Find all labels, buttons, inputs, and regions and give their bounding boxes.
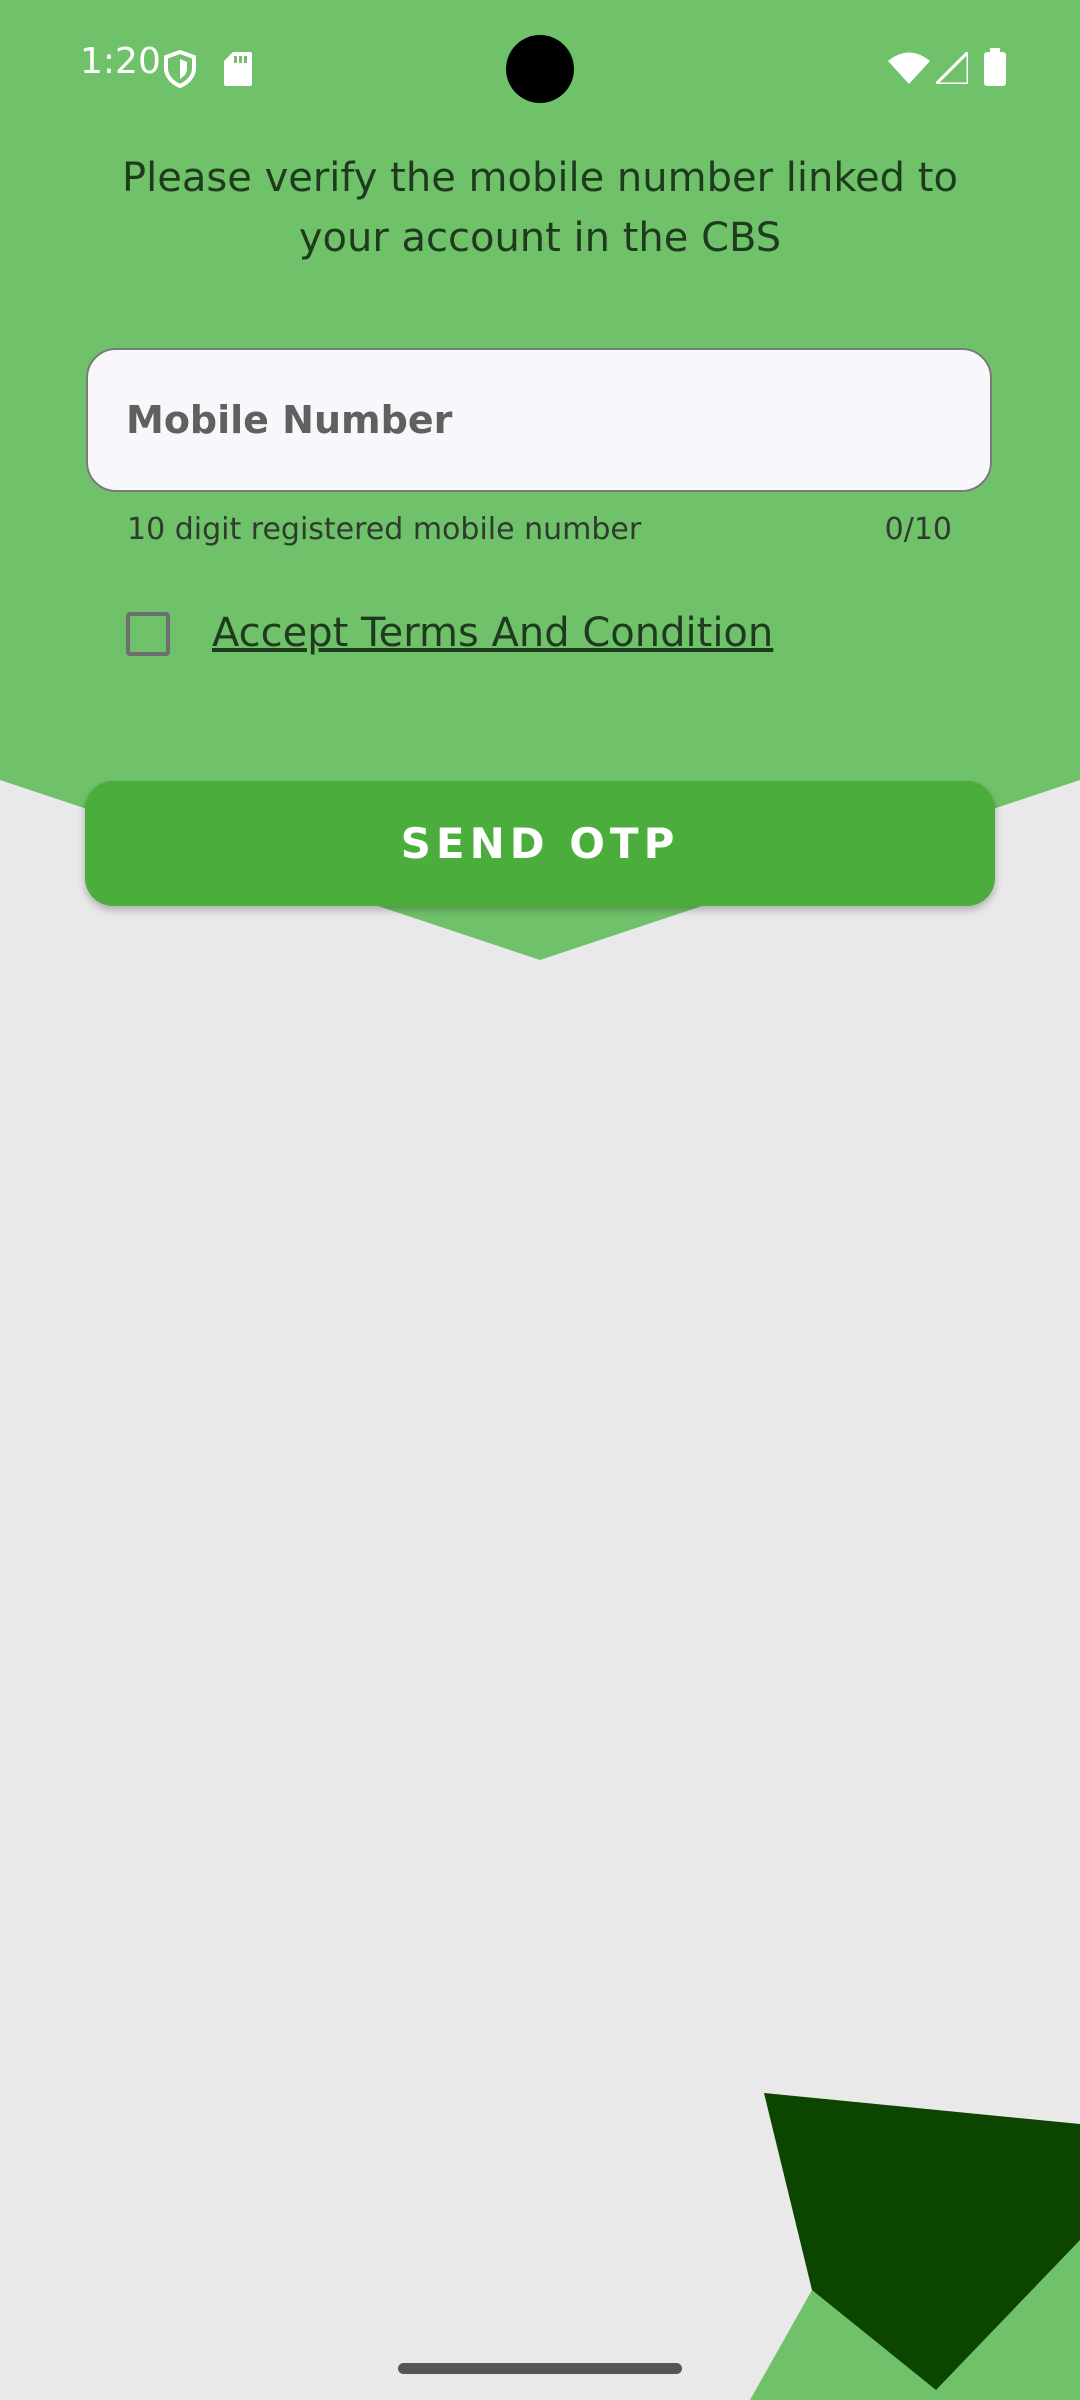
verify-heading: Please verify the mobile number linked t…	[122, 155, 958, 261]
terms-link[interactable]: Accept Terms And Condition	[212, 608, 773, 658]
mobile-number-input[interactable]	[126, 350, 946, 490]
signal-icon	[936, 52, 968, 84]
battery-icon	[984, 48, 1006, 86]
shield-icon	[164, 50, 196, 88]
home-indicator[interactable]	[398, 2363, 682, 2374]
wifi-icon	[888, 52, 930, 84]
sd-card-icon	[224, 52, 252, 86]
mobile-character-counter: 0/10	[884, 512, 952, 547]
mobile-helper-text: 10 digit registered mobile number	[127, 512, 642, 547]
terms-checkbox[interactable]	[126, 612, 170, 656]
mobile-number-field[interactable]	[86, 348, 992, 492]
status-time: 1:20	[80, 41, 161, 82]
send-otp-button[interactable]: SEND OTP	[85, 781, 995, 906]
camera-cutout	[506, 35, 574, 103]
